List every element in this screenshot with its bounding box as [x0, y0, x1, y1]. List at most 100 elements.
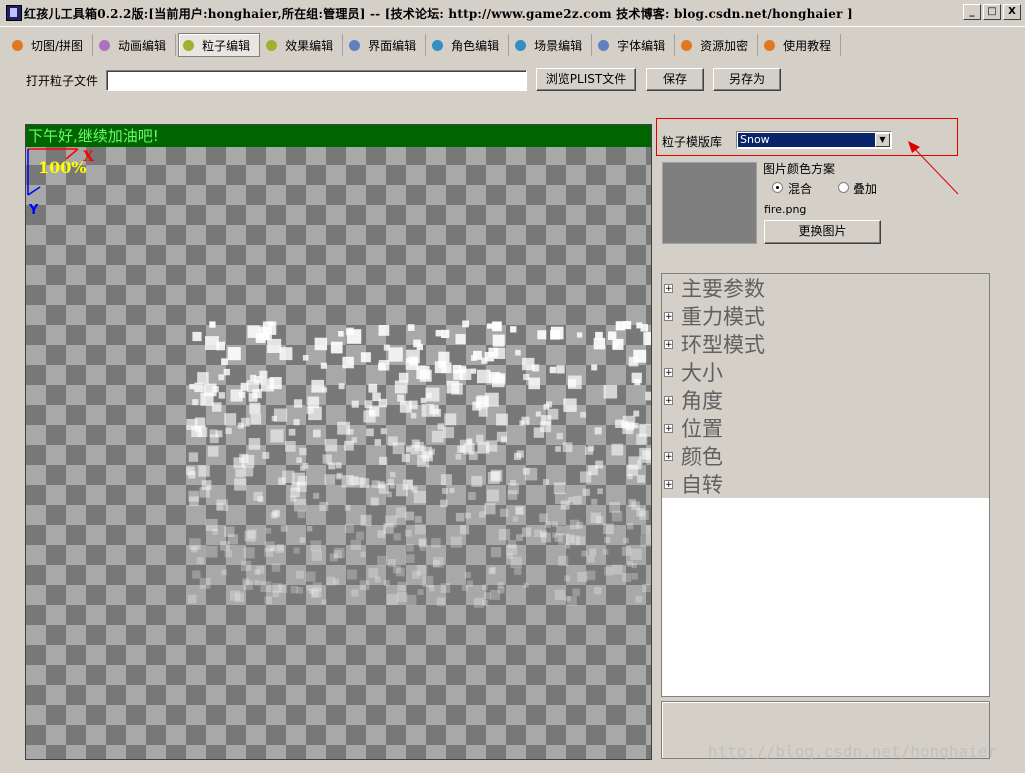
file-path-input[interactable]: [106, 70, 527, 91]
snow-particle: [360, 551, 366, 558]
snow-particle: [492, 334, 505, 347]
expand-icon[interactable]: +: [664, 395, 673, 405]
snow-particle: [631, 372, 642, 383]
snow-particle: [334, 547, 345, 559]
group-gravity[interactable]: + 重力模式: [664, 302, 765, 330]
tab-role[interactable]: 角色编辑: [428, 34, 510, 56]
snow-particle: [296, 457, 302, 463]
snow-particle: [633, 410, 640, 417]
group-position[interactable]: + 位置: [664, 414, 723, 442]
chevron-down-icon[interactable]: ▼: [875, 133, 890, 147]
group-size[interactable]: + 大小: [664, 358, 723, 386]
snow-particle: [235, 469, 244, 478]
snow-particle: [227, 347, 241, 361]
snow-particle: [420, 397, 427, 404]
browse-plist-button[interactable]: 浏览PLIST文件: [536, 68, 636, 91]
snow-particle: [413, 490, 427, 504]
snow-particle: [643, 332, 651, 346]
snow-particle: [271, 510, 279, 518]
expand-icon[interactable]: +: [664, 283, 673, 293]
group-radius[interactable]: + 环型模式: [664, 330, 765, 358]
save-button[interactable]: 保存: [646, 68, 704, 91]
tab-animation[interactable]: 动画编辑: [95, 34, 177, 56]
snow-particle: [225, 427, 232, 435]
snow-particle: [282, 470, 295, 483]
snow-particle: [418, 539, 426, 547]
expand-icon[interactable]: +: [664, 423, 673, 433]
change-image-button[interactable]: 更换图片: [764, 220, 881, 244]
particle-canvas[interactable]: 下午好,继续加油吧! 100% X Y: [25, 124, 652, 760]
expand-icon[interactable]: +: [664, 311, 673, 321]
tab-ui[interactable]: 界面编辑: [345, 34, 427, 56]
snow-particle: [471, 355, 477, 361]
snow-particle: [383, 579, 390, 586]
property-tree: + 主要参数 + 重力模式 + 环型模式 + 大小 + 角度 + 位置 + 颜色 + 自转: [661, 273, 990, 697]
expand-icon[interactable]: +: [664, 451, 673, 461]
tab-slice[interactable]: 切图/拼图: [8, 34, 94, 56]
snow-particle: [265, 527, 272, 534]
greeting-bar: 下午好,继续加油吧!: [26, 125, 651, 147]
particle-icon: [183, 39, 195, 51]
maximize-button[interactable]: □: [983, 4, 1001, 20]
snow-particle: [247, 529, 257, 539]
snow-particle: [209, 321, 216, 328]
snow-particle: [550, 326, 564, 340]
snow-particle: [351, 400, 359, 408]
snow-particle: [254, 569, 261, 575]
snow-particle: [248, 438, 261, 450]
snow-particle: [487, 489, 499, 502]
tab-encrypt[interactable]: 资源加密: [677, 34, 759, 56]
snow-particle: [268, 321, 274, 327]
snow-particle: [356, 531, 364, 540]
snow-particle: [377, 530, 386, 539]
snow-particle: [351, 437, 358, 443]
snow-particle: [462, 320, 469, 328]
snow-particle: [311, 379, 325, 393]
snow-particle: [187, 594, 197, 604]
tab-scene[interactable]: 场景编辑: [511, 34, 593, 56]
annotation-arrow: [908, 141, 959, 195]
expand-icon[interactable]: +: [664, 339, 673, 349]
snow-particle: [297, 510, 306, 519]
snow-particle: [484, 352, 494, 362]
minimize-button[interactable]: _: [963, 4, 981, 20]
snow-particle: [544, 521, 552, 528]
close-button[interactable]: X: [1003, 4, 1021, 20]
group-label: 颜色: [681, 445, 723, 469]
expand-icon[interactable]: +: [664, 479, 673, 489]
snow-particle: [363, 410, 376, 423]
snow-particle: [386, 491, 392, 498]
snow-particle: [490, 547, 502, 558]
snow-particle: [224, 549, 232, 558]
snow-particle: [305, 571, 316, 582]
group-color[interactable]: + 颜色: [664, 442, 723, 470]
blend-radio[interactable]: [772, 182, 783, 193]
template-select[interactable]: Snow ▼: [736, 131, 892, 149]
snow-particle: [635, 595, 643, 603]
snow-particle: [234, 478, 247, 491]
snow-particle: [350, 539, 361, 551]
tab-effect[interactable]: 效果编辑: [262, 34, 344, 56]
color-scheme-title: 图片颜色方案: [763, 162, 836, 176]
particle-layer: [186, 320, 651, 608]
snow-particle: [259, 326, 272, 340]
tab-particle[interactable]: 粒子编辑: [178, 33, 261, 57]
snow-particle: [223, 368, 230, 376]
expand-icon[interactable]: +: [664, 367, 673, 377]
open-file-label: 打开粒子文件: [26, 74, 99, 88]
snow-particle: [589, 548, 597, 556]
save-as-button[interactable]: 另存为: [713, 68, 781, 91]
group-spin[interactable]: + 自转: [664, 470, 723, 498]
group-main-params[interactable]: + 主要参数: [664, 274, 765, 302]
add-radio[interactable]: [838, 182, 849, 193]
tab-tutorial[interactable]: 使用教程: [760, 34, 842, 56]
group-angle[interactable]: + 角度: [664, 386, 723, 414]
tab-label: 动画编辑: [118, 38, 167, 53]
snow-particle: [627, 523, 634, 530]
snow-particle: [535, 411, 541, 417]
snow-particle: [221, 569, 227, 576]
snow-particle: [192, 331, 202, 342]
group-label: 自转: [681, 473, 723, 497]
tab-font[interactable]: 字体编辑: [594, 34, 676, 56]
snow-particle: [405, 358, 418, 370]
